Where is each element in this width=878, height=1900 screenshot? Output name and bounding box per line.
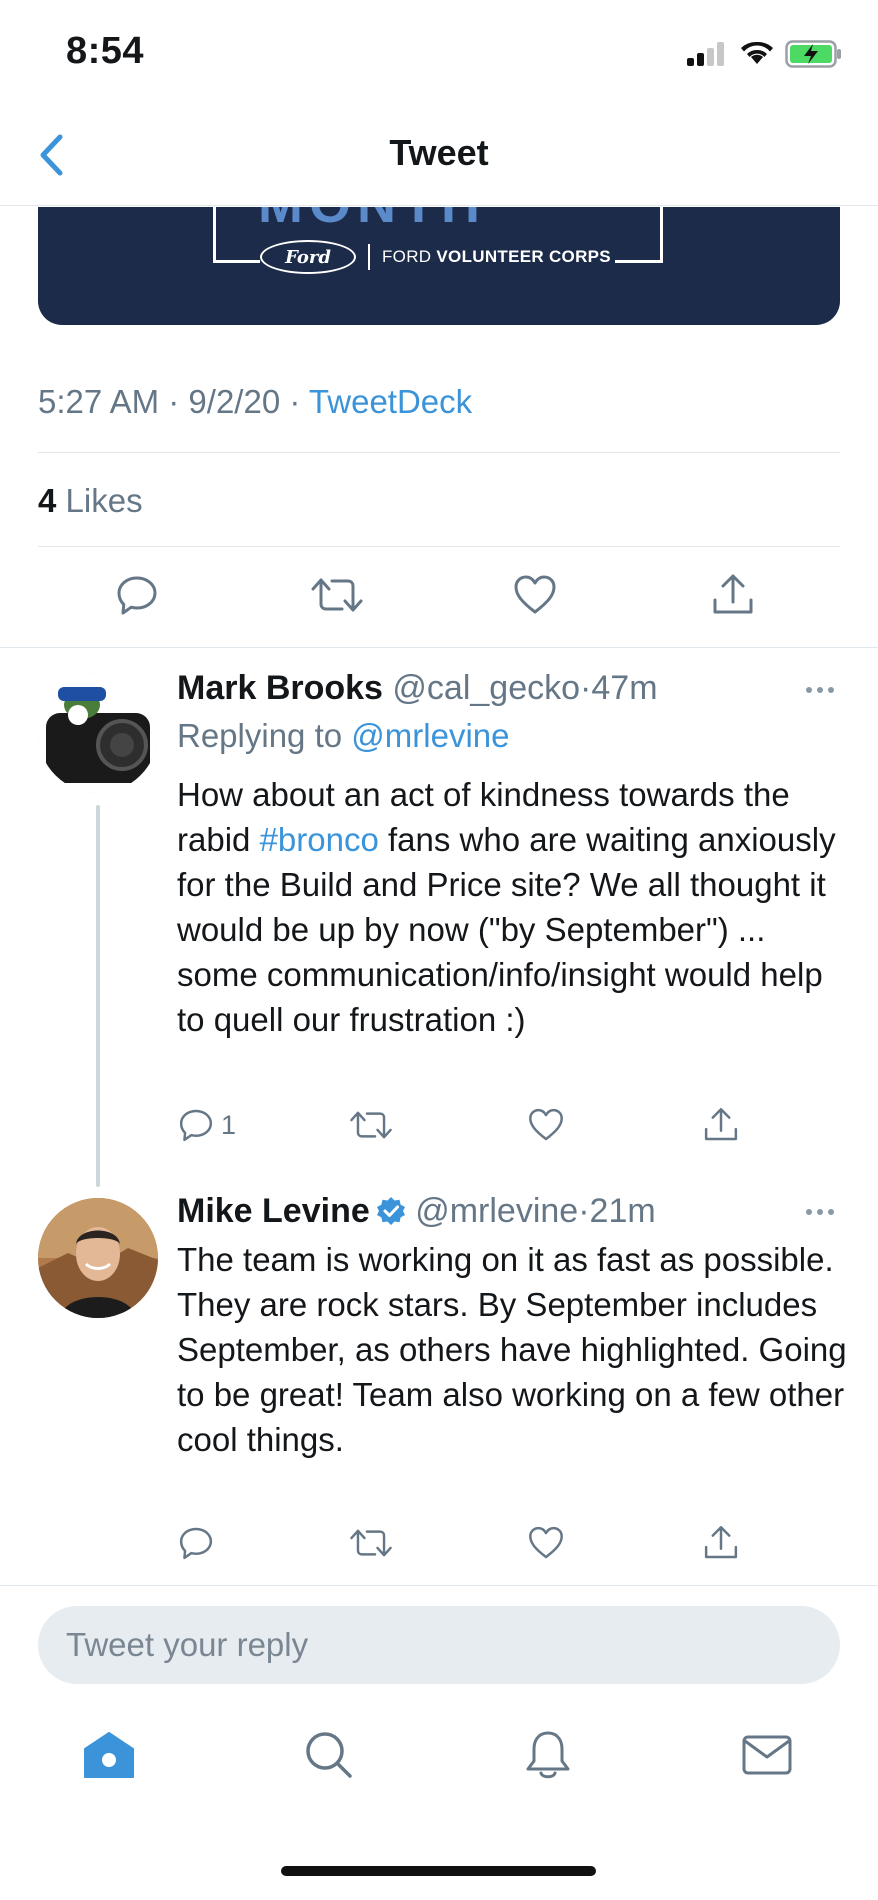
reply-age: 21m (589, 1192, 656, 1230)
share-button[interactable] (710, 572, 756, 618)
divider (0, 1585, 878, 1586)
user-handle[interactable]: @mrlevine (415, 1192, 578, 1230)
like-button[interactable] (527, 1524, 565, 1562)
divider (38, 546, 840, 547)
battery-charging-icon (785, 40, 843, 73)
status-time: 8:54 (66, 30, 145, 72)
tab-messages[interactable] (732, 1720, 802, 1790)
more-options-button[interactable] (800, 680, 840, 700)
status-bar: 8:54 (0, 0, 878, 110)
replying-to: Replying to @mrlevine (177, 717, 510, 754)
display-name[interactable]: Mark Brooks (177, 669, 383, 707)
banner-corps-text: FORD VOLUNTEER CORPS (382, 247, 611, 266)
reply-count: 1 (221, 1109, 237, 1140)
page-title: Tweet (389, 132, 489, 173)
thread-line (96, 805, 100, 1187)
heart-icon (514, 575, 556, 614)
retweet-icon (350, 1111, 392, 1139)
ford-logo: Ford (260, 240, 356, 274)
verified-badge-icon (376, 1197, 405, 1225)
banner-logo-row: Ford FORD VOLUNTEER CORPS (260, 240, 611, 274)
share-icon (704, 1526, 738, 1559)
user-handle[interactable]: @cal_gecko (392, 669, 580, 707)
reply-header: Mark Brooks @cal_gecko·47m (177, 669, 658, 707)
retweet-icon (350, 1529, 392, 1557)
search-icon (306, 1732, 352, 1778)
heart-icon (529, 1108, 563, 1141)
reply-text: How about an act of kindness towards the… (177, 776, 836, 1038)
nav-header: Tweet (0, 110, 878, 206)
reply-icon (117, 576, 157, 615)
reply-text: The team is working on it as fast as pos… (177, 1241, 847, 1458)
reply-input[interactable] (38, 1606, 840, 1684)
mention-link[interactable]: @mrlevine (351, 717, 509, 754)
share-button[interactable] (702, 1106, 740, 1144)
like-button[interactable] (527, 1106, 565, 1144)
tab-home[interactable] (74, 1720, 144, 1790)
reply-header: Mike Levine @mrlevine·21m (177, 1192, 656, 1230)
retweet-icon (311, 578, 363, 612)
reply-icon (179, 1109, 213, 1142)
reply-button[interactable] (114, 572, 160, 618)
more-options-button[interactable] (800, 1202, 840, 1222)
reply-age: 47m (591, 669, 658, 707)
avatar[interactable] (38, 1198, 158, 1318)
like-button[interactable] (512, 572, 558, 618)
notifications-icon (526, 1731, 570, 1779)
cellular-signal-icon (687, 42, 727, 66)
share-button[interactable] (702, 1524, 740, 1562)
share-icon (704, 1108, 738, 1141)
divider (38, 452, 840, 453)
tweet-media-image[interactable]: MONTH Ford FORD VOLUNTEER CORPS (38, 207, 840, 325)
retweet-button[interactable] (310, 572, 364, 618)
tweet-actions (0, 572, 878, 628)
avatar-image (38, 673, 158, 793)
reply-button[interactable] (177, 1524, 215, 1562)
avatar-image (38, 1198, 158, 1318)
reply-compose[interactable] (38, 1606, 840, 1684)
tab-bar (0, 1720, 878, 1820)
tab-notifications[interactable] (513, 1720, 583, 1790)
hashtag-link[interactable]: #bronco (260, 821, 379, 858)
heart-icon (529, 1526, 563, 1559)
tweet-timestamp: 5:27 AM · 9/2/20 · TweetDeck (38, 383, 473, 420)
display-name[interactable]: Mike Levine (177, 1192, 370, 1230)
reply-icon (179, 1527, 213, 1560)
home-indicator[interactable] (281, 1866, 596, 1876)
reply-button[interactable]: 1 (177, 1106, 236, 1144)
likes-count[interactable]: 4 Likes (38, 482, 143, 520)
avatar[interactable] (38, 673, 158, 793)
tab-search[interactable] (294, 1720, 364, 1790)
share-icon (713, 574, 753, 614)
retweet-button[interactable] (349, 1524, 393, 1562)
retweet-button[interactable] (349, 1106, 393, 1144)
messages-icon (742, 1735, 792, 1775)
tweet-source-link[interactable]: TweetDeck (309, 383, 472, 420)
wifi-icon (739, 38, 775, 71)
home-icon (84, 1732, 134, 1778)
divider (0, 647, 878, 648)
